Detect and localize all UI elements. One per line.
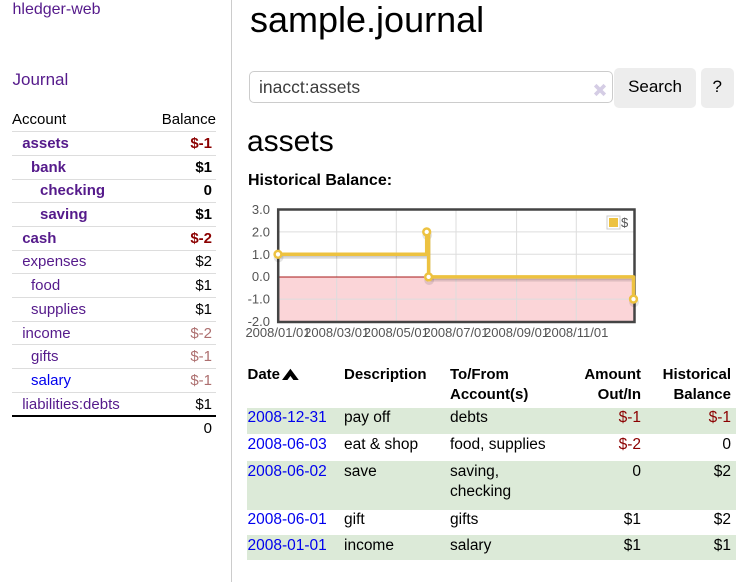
svg-text:0.0: 0.0	[252, 269, 270, 284]
svg-text:1.0: 1.0	[252, 247, 270, 262]
svg-text:2008/05/01: 2008/05/01	[364, 325, 429, 340]
svg-text:-1.0: -1.0	[248, 292, 270, 307]
svg-text:2008/03/01: 2008/03/01	[304, 325, 369, 340]
svg-text:2008/11/01: 2008/11/01	[544, 325, 608, 340]
svg-text:2008/09/01: 2008/09/01	[484, 325, 549, 340]
svg-text:3.0: 3.0	[252, 202, 270, 217]
svg-text:2.0: 2.0	[252, 224, 270, 239]
svg-text:$: $	[621, 215, 629, 230]
svg-text:2008/01/01: 2008/01/01	[245, 325, 310, 340]
svg-text:2008/07/01: 2008/07/01	[423, 325, 488, 340]
